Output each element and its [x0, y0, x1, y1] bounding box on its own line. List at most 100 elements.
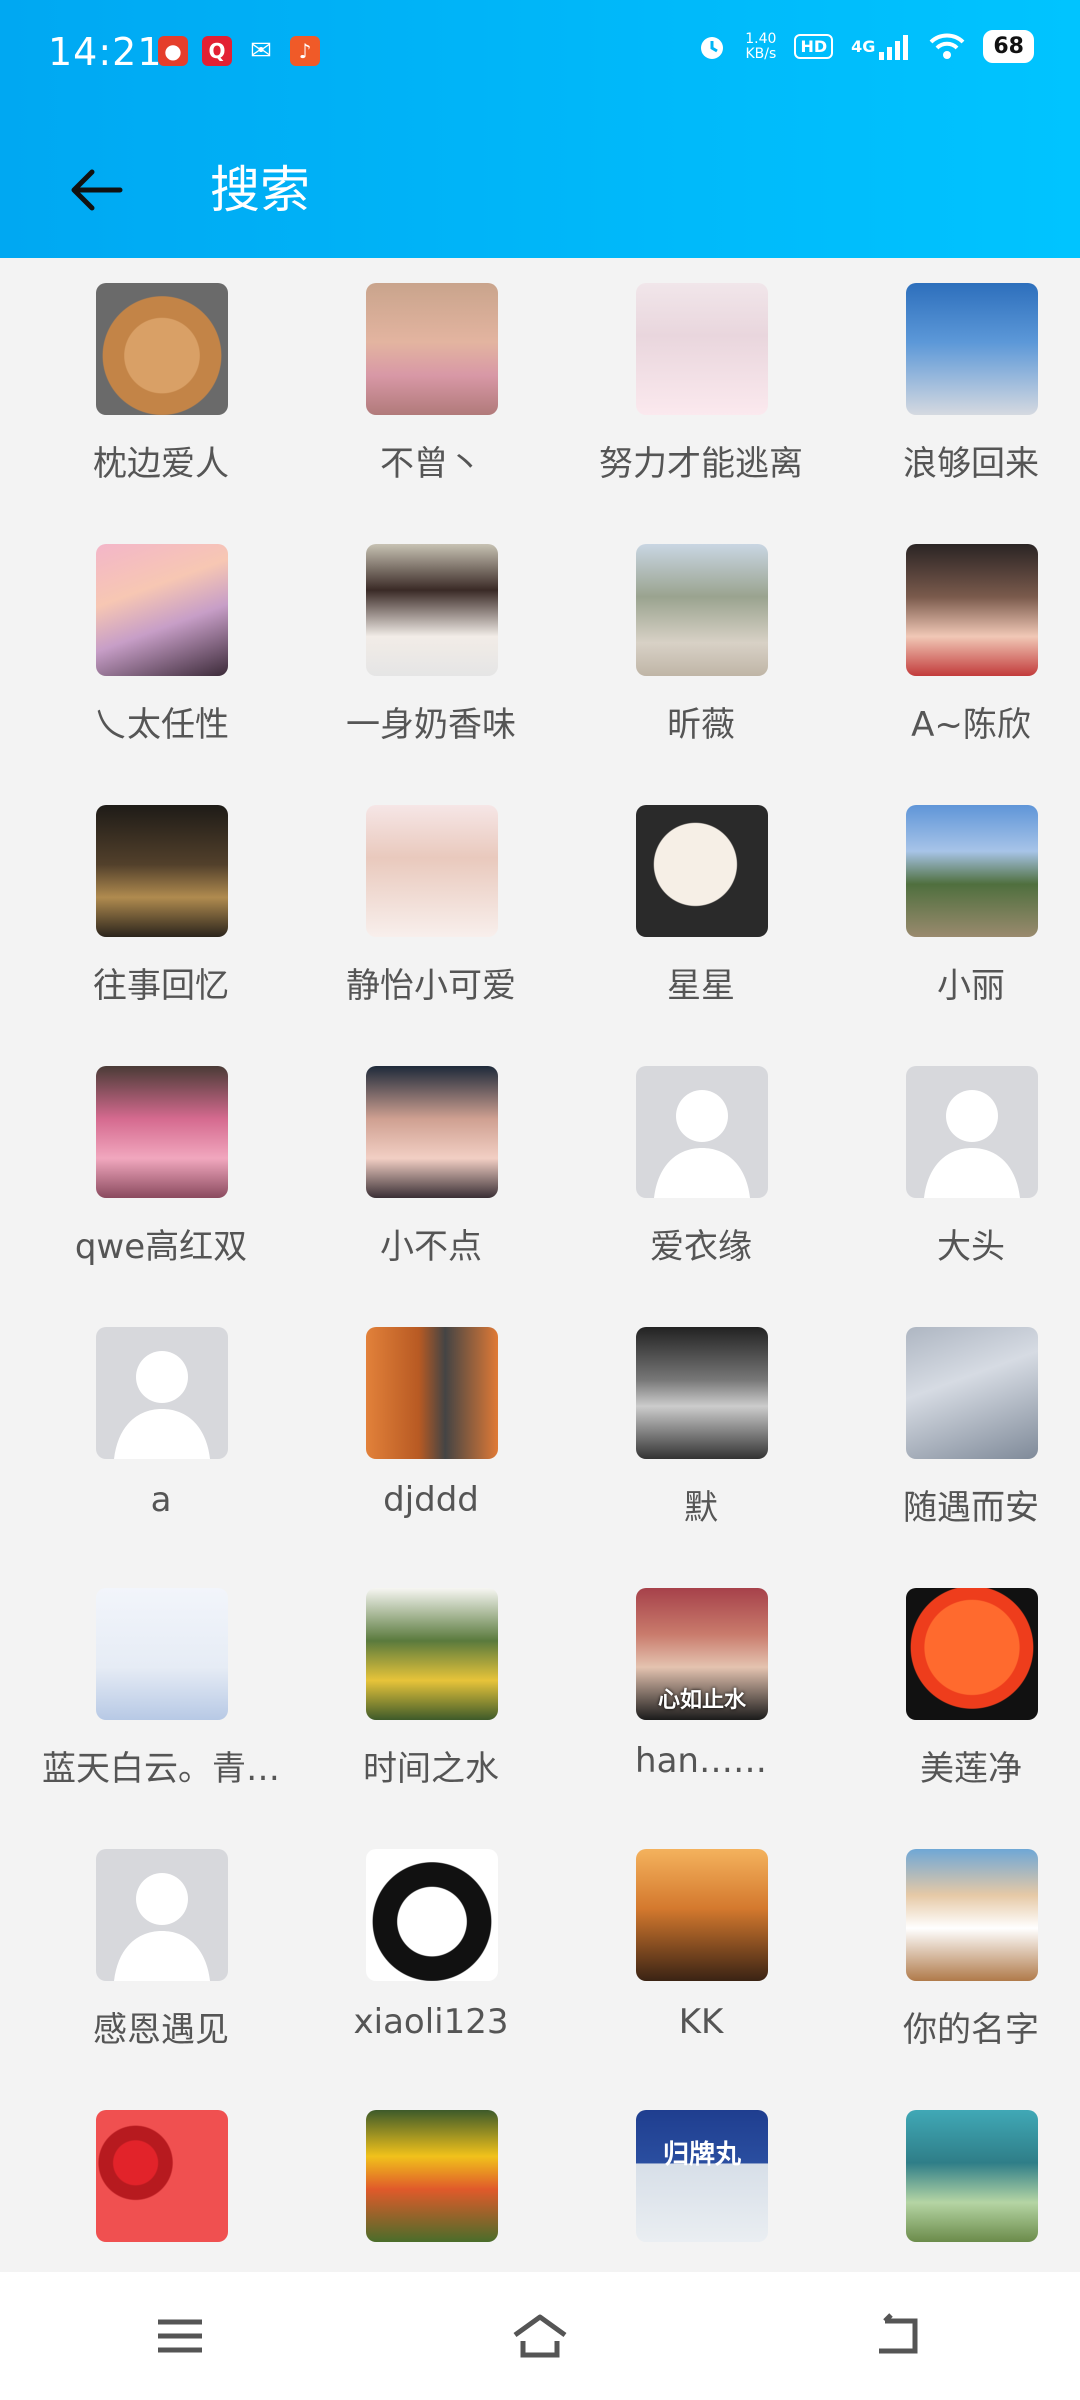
contact-avatar	[96, 805, 228, 937]
contact-item[interactable]: 你的名字	[836, 1824, 1080, 2084]
contact-name: 小丽	[937, 966, 1005, 1006]
default-avatar-icon	[654, 1090, 750, 1198]
contact-item[interactable]: 蓝天白云。青…	[26, 1563, 296, 1823]
contact-avatar	[96, 1327, 228, 1459]
contact-name: 感恩遇见	[93, 2010, 229, 2050]
contact-avatar	[906, 805, 1038, 937]
contact-item[interactable]: 往事回忆	[26, 780, 296, 1040]
status-right-icons: 1.40 KB/s HD 4G 68	[697, 30, 1034, 63]
contact-name: djddd	[383, 1480, 479, 1520]
contact-name: 星星	[667, 966, 735, 1006]
contact-item[interactable]: djddd	[296, 1302, 566, 1562]
contact-item[interactable]: 时间之水	[296, 1563, 566, 1823]
contact-item[interactable]	[26, 2085, 296, 2270]
home-button[interactable]	[495, 2291, 585, 2381]
contact-avatar	[906, 1849, 1038, 1981]
contact-item[interactable]: 一身奶香味	[296, 519, 566, 779]
listen-app-icon: ♪	[290, 36, 320, 66]
contact-avatar	[636, 1849, 768, 1981]
contact-item[interactable]: 归牌丸	[566, 2085, 836, 2270]
avatar-caption: 心如止水	[657, 1688, 746, 1713]
net-speed-value: 1.40	[745, 30, 777, 47]
contact-name: 努力才能逃离	[599, 444, 803, 484]
default-avatar-icon	[114, 1351, 210, 1459]
system-nav-bar	[0, 2272, 1080, 2400]
contact-avatar	[96, 2110, 228, 2242]
contact-name: KK	[678, 2002, 724, 2042]
contact-avatar	[906, 1066, 1038, 1198]
contact-item[interactable]: 美莲净	[836, 1563, 1080, 1823]
alarm-icon	[697, 32, 727, 62]
contact-name: 蓝天白云。青…	[42, 1749, 280, 1789]
contact-avatar	[636, 283, 768, 415]
contact-item[interactable]: 静怡小可爱	[296, 780, 566, 1040]
contact-avatar	[636, 544, 768, 676]
contact-avatar: 心如止水	[636, 1588, 768, 1720]
contact-item[interactable]: 默	[566, 1302, 836, 1562]
contact-avatar	[366, 1849, 498, 1981]
contact-item[interactable]: xiaoli123	[296, 1824, 566, 2084]
contact-avatar	[906, 544, 1038, 676]
contact-avatar	[906, 2110, 1038, 2242]
contact-avatar	[906, 1327, 1038, 1459]
contact-item[interactable]: 感恩遇见	[26, 1824, 296, 2084]
contact-item[interactable]: 枕边爱人	[26, 258, 296, 518]
contact-name: 你的名字	[903, 2010, 1039, 2050]
contact-name: 默	[684, 1488, 718, 1528]
contact-name: 浪够回来	[903, 444, 1039, 484]
contact-avatar	[366, 805, 498, 937]
contact-item[interactable]: 努力才能逃离	[566, 258, 836, 518]
contact-item[interactable]: 爱衣缘	[566, 1041, 836, 1301]
contact-item[interactable]: 大头	[836, 1041, 1080, 1301]
contact-name: 随遇而安	[903, 1488, 1039, 1528]
status-time: 14:21	[48, 30, 163, 74]
contact-item[interactable]: 小不点	[296, 1041, 566, 1301]
contact-avatar	[906, 1588, 1038, 1720]
contact-item[interactable]: a	[26, 1302, 296, 1562]
contact-item[interactable]	[296, 2085, 566, 2270]
page-title: 搜索	[210, 161, 310, 219]
contact-avatar	[636, 1066, 768, 1198]
app-header: 14:21 ● Q ✉ ♪ 1.40 KB/s HD 4G 68 搜索	[0, 0, 1080, 258]
contact-item[interactable]: qwe高红双	[26, 1041, 296, 1301]
network-type: 4G	[851, 37, 876, 56]
contact-avatar: 归牌丸	[636, 2110, 768, 2242]
contact-name: 乀太任性	[93, 705, 229, 745]
contact-name: 时间之水	[363, 1749, 499, 1789]
back-icon	[879, 2313, 918, 2354]
net-speed-unit: KB/s	[745, 45, 777, 62]
contact-item[interactable]: 星星	[566, 780, 836, 1040]
contact-name: 静怡小可爱	[346, 966, 516, 1006]
contact-item[interactable]: 随遇而安	[836, 1302, 1080, 1562]
contact-name: 大头	[937, 1227, 1005, 1267]
contact-name: han……	[635, 1741, 767, 1781]
back-button[interactable]	[62, 158, 132, 222]
menu-button[interactable]	[135, 2291, 225, 2381]
contact-item[interactable]	[836, 2085, 1080, 2270]
contact-item[interactable]: 乀太任性	[26, 519, 296, 779]
contact-name: 爱衣缘	[650, 1227, 752, 1267]
contact-item[interactable]: A~陈欣	[836, 519, 1080, 779]
contact-avatar	[96, 1066, 228, 1198]
contact-item[interactable]: 小丽	[836, 780, 1080, 1040]
contact-name: qwe高红双	[74, 1227, 248, 1267]
contact-name: xiaoli123	[353, 2002, 509, 2042]
contact-item[interactable]: 昕薇	[566, 519, 836, 779]
contact-item[interactable]: KK	[566, 1824, 836, 2084]
contact-avatar	[636, 805, 768, 937]
wifi-icon	[929, 33, 965, 61]
title-bar: 搜索	[0, 150, 1080, 230]
signal-icon: 4G	[851, 34, 911, 60]
default-avatar-icon	[924, 1090, 1020, 1198]
recent-back-button[interactable]	[855, 2291, 945, 2381]
hd-badge: HD	[794, 34, 834, 59]
menu-icon	[158, 2319, 202, 2353]
battery-indicator: 68	[983, 30, 1034, 63]
default-avatar-icon	[114, 1873, 210, 1981]
contact-item[interactable]: 不曾丶	[296, 258, 566, 518]
contact-item[interactable]: 心如止水 han……	[566, 1563, 836, 1823]
contact-name: 不曾丶	[380, 444, 482, 484]
contact-avatar	[366, 544, 498, 676]
contact-item[interactable]: 浪够回来	[836, 258, 1080, 518]
qq-browser-icon: Q	[202, 36, 232, 66]
